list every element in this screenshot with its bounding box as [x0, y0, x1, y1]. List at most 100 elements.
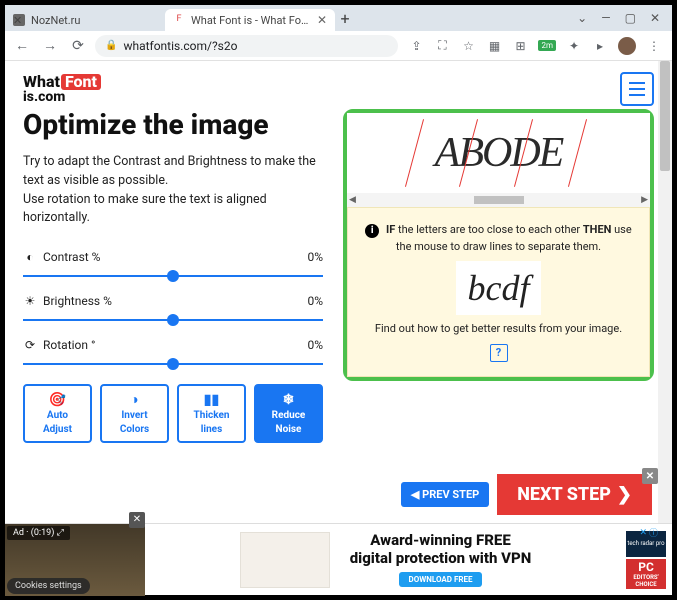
badge-pcmag: PCEDITORS' CHOICE	[626, 559, 666, 589]
desc-line-2: Use rotation to make sure the text is al…	[23, 192, 267, 226]
auto-adjust-icon: 🎯	[49, 392, 66, 408]
brightness-value: 0%	[307, 294, 323, 308]
next-step-label: NEXT STEP	[517, 484, 611, 505]
rotation-slider-thumb[interactable]	[167, 358, 179, 370]
auto-adjust-l1: Auto	[47, 410, 68, 422]
info-panel: i IF the letters are too close to each o…	[347, 207, 650, 377]
noise-icon: ❄	[283, 392, 295, 408]
lock-icon: 🔒	[105, 40, 117, 51]
brightness-slider[interactable]	[23, 312, 323, 328]
nav-back-icon[interactable]: ←	[11, 35, 33, 57]
contrast-icon: ◐	[23, 250, 37, 264]
findout-text: Find out how to get better results from …	[364, 321, 633, 338]
preview-h-scrollbar[interactable]: ◀▶	[347, 193, 650, 207]
cookies-settings-button[interactable]: Cookies settings	[7, 578, 90, 594]
brightness-icon: ☀	[23, 294, 37, 308]
page-description: Try to adapt the Contrast and Brightness…	[23, 153, 323, 228]
ad-headline-2: digital protection with VPN	[350, 550, 532, 567]
thicken-l1: Thicken	[194, 410, 230, 422]
url-field[interactable]: 🔒 whatfontis.com/?s2o	[95, 35, 398, 57]
invert-l2: Colors	[120, 424, 149, 436]
profile-avatar[interactable]	[618, 37, 636, 55]
logo-what: What	[23, 74, 60, 90]
ad-expand-icon[interactable]: ⤢	[57, 528, 64, 538]
browser-menu-icon[interactable]: ⋮	[646, 38, 662, 54]
ext-generic-icon[interactable]: ▦	[486, 38, 502, 54]
invert-icon: ◑	[130, 392, 138, 408]
contrast-value: 0%	[307, 250, 323, 264]
contrast-label: Contrast %	[43, 250, 100, 264]
tab-title-1: What Font is - What Font Is	[191, 14, 311, 27]
ad-info-icon[interactable]: ⓘ	[649, 526, 658, 539]
contrast-slider-thumb[interactable]	[167, 270, 179, 282]
site-logo[interactable]: What Font is.com	[23, 74, 101, 104]
help-button[interactable]: ?	[490, 344, 508, 362]
brightness-slider-thumb[interactable]	[167, 314, 179, 326]
ext-star-icon[interactable]: ☆	[460, 38, 476, 54]
scroll-thumb[interactable]	[474, 196, 524, 204]
nav-forward-icon[interactable]: →	[39, 35, 61, 57]
thicken-l2: lines	[201, 424, 222, 436]
next-close-icon[interactable]: ✕	[642, 468, 658, 484]
bcdf-sample: bcdf	[456, 261, 542, 315]
nav-reload-icon[interactable]: ⟳	[67, 35, 89, 57]
window-minimize-icon[interactable]: —	[601, 11, 610, 25]
preview-box: ABODE ◀▶ i IF the letters are too close …	[343, 109, 654, 381]
next-step-button[interactable]: NEXT STEP ❯ ✕	[497, 474, 652, 515]
ext-share-icon[interactable]: ⇪	[408, 38, 424, 54]
window-maximize-icon[interactable]: ▢	[625, 11, 636, 25]
thicken-icon: ▮▮	[204, 392, 219, 408]
scrollbar-thumb[interactable]	[660, 61, 670, 171]
ext-translate-icon[interactable]: ⛶	[434, 38, 450, 54]
auto-adjust-button[interactable]: 🎯AutoAdjust	[23, 384, 92, 443]
contrast-slider[interactable]	[23, 268, 323, 284]
vertical-scrollbar[interactable]	[658, 61, 672, 595]
thicken-lines-button[interactable]: ▮▮ Thicken lines	[177, 384, 246, 443]
url-text: whatfontis.com/?s2o	[123, 39, 237, 53]
ext-badge-2m[interactable]: 2m	[538, 40, 556, 51]
tab-close-icon[interactable]: ✕	[317, 13, 327, 27]
ad-headline-1: Award-winning FREE	[350, 532, 532, 549]
page-content: What Font is.com Optimize the image Try …	[5, 61, 672, 595]
info-mid: the letters are too close to each other	[395, 223, 583, 236]
invert-colors-button[interactable]: ◑ Invert Colors	[100, 384, 169, 443]
tab-favicon-1: F	[173, 14, 185, 26]
ad-thumbnail[interactable]	[240, 532, 330, 588]
sample-image-area[interactable]: ABODE	[347, 113, 650, 193]
invert-l1: Invert	[121, 410, 147, 422]
desc-line-1: Try to adapt the Contrast and Brightness…	[23, 154, 316, 188]
noise-l1: Reduce	[272, 410, 306, 422]
ext-media-icon[interactable]: ▸	[592, 38, 608, 54]
info-then: THEN	[583, 223, 612, 236]
ad-video[interactable]: ✕ Ad · (0:19) ⤢ Cookies settings	[5, 524, 145, 596]
browser-tab-0[interactable]: ✕ NozNet.ru	[5, 9, 165, 31]
page-title: Optimize the image	[23, 109, 323, 141]
info-icon: i	[365, 224, 379, 238]
ad-banner: ✕ Ad · (0:19) ⤢ Cookies settings Award-w…	[5, 523, 672, 595]
ad-close-controls[interactable]: ✕ ⓘ	[639, 526, 658, 539]
ad-download-button[interactable]: DOWNLOAD FREE	[399, 572, 483, 587]
info-if: IF	[386, 223, 395, 236]
ad-video-close-icon[interactable]: ✕	[129, 512, 145, 528]
rotation-label: Rotation °	[43, 338, 95, 352]
reduce-noise-button[interactable]: ❄ Reduce Noise	[254, 384, 323, 443]
brightness-label: Brightness %	[43, 294, 112, 308]
rotation-value: 0%	[307, 338, 323, 352]
new-tab-button[interactable]: +	[335, 8, 355, 28]
scroll-right-icon[interactable]: ▶	[641, 195, 648, 205]
tab-favicon-0: ✕	[13, 14, 25, 26]
ad-close-x-icon[interactable]: ✕	[639, 528, 647, 538]
window-dropdown-icon[interactable]: ⌄	[577, 11, 587, 25]
hamburger-menu-button[interactable]	[620, 72, 654, 106]
window-close-icon[interactable]: ✕	[650, 11, 660, 25]
ext-puzzle-icon[interactable]: ✦	[566, 38, 582, 54]
ad-label: Ad · (0:19) ⤢	[7, 526, 70, 540]
prev-step-button[interactable]: ◀ PREV STEP	[401, 482, 489, 507]
noise-l2: Noise	[276, 424, 302, 436]
ext-dice-icon[interactable]: ⊞	[512, 38, 528, 54]
separator-line[interactable]	[405, 119, 424, 187]
rotation-slider[interactable]	[23, 356, 323, 372]
separator-line[interactable]	[568, 119, 587, 187]
browser-tab-1[interactable]: F What Font is - What Font Is ✕	[165, 9, 335, 31]
scroll-left-icon[interactable]: ◀	[349, 195, 356, 205]
